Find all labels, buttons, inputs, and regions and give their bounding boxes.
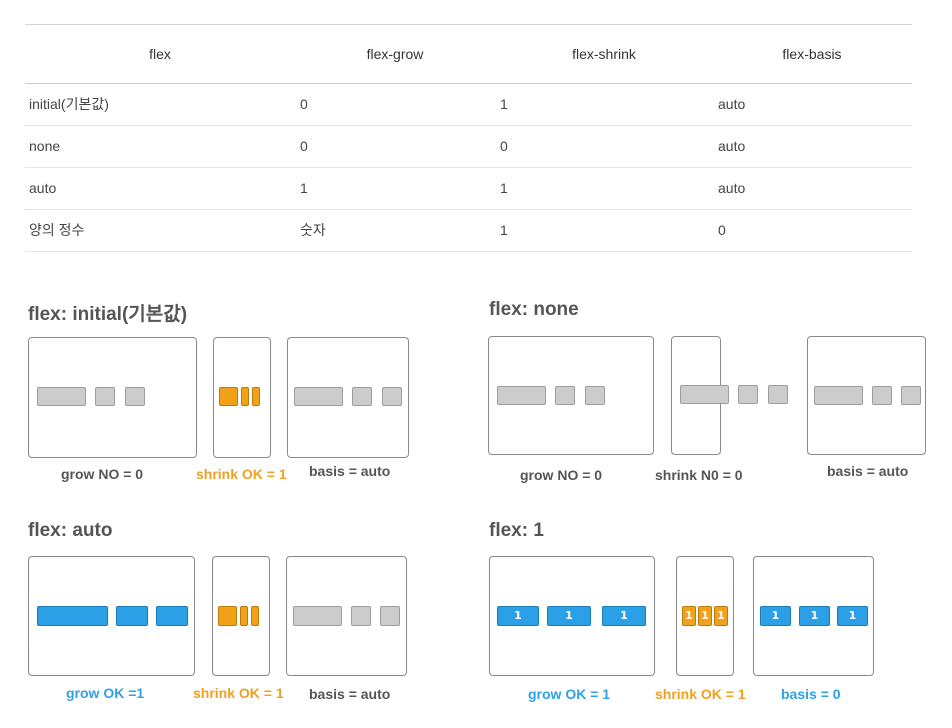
cell: auto <box>718 138 746 154</box>
flex-item <box>241 387 249 406</box>
header-flex-basis: flex-basis <box>782 46 842 62</box>
label-grow-one: grow OK = 1 <box>528 686 611 702</box>
cell: auto <box>718 96 746 112</box>
cell: initial(기본값) <box>29 96 109 112</box>
table-header-row: flex flex-grow flex-shrink flex-basis <box>25 25 912 84</box>
container-shrink-auto <box>212 556 270 676</box>
cell: 0 <box>500 138 508 154</box>
container-grow-auto <box>28 556 195 676</box>
cell: auto <box>29 180 57 196</box>
diagram-title-none: flex: none <box>489 299 579 320</box>
container-grow-one: 1 1 1 <box>489 556 655 676</box>
flex-item <box>251 606 259 626</box>
flex-item <box>219 387 238 406</box>
diagram-title-auto: flex: auto <box>28 520 113 541</box>
cell: 0 <box>300 96 308 112</box>
container-grow-none <box>488 336 654 455</box>
cell: 1 <box>500 222 508 238</box>
container-shrink-one: 1 1 1 <box>676 556 734 676</box>
flex-item <box>872 386 892 405</box>
label-grow-auto: grow OK =1 <box>66 685 145 701</box>
container-grow-initial <box>28 337 197 458</box>
cell: 0 <box>718 222 726 238</box>
flex-item: 1 <box>497 606 539 626</box>
flex-properties-table: flex flex-grow flex-shrink flex-basis in… <box>25 24 912 252</box>
cell: 숫자 <box>300 222 326 238</box>
flex-item: 1 <box>698 606 712 626</box>
table-row: initial(기본값) 0 1 auto <box>25 84 912 126</box>
label-shrink-none: shrink N0 = 0 <box>655 467 743 483</box>
flex-item <box>37 387 86 406</box>
container-shrink-initial <box>213 337 271 458</box>
flex-item: 1 <box>760 606 791 626</box>
flex-item <box>294 387 343 406</box>
flex-item: 1 <box>547 606 591 626</box>
flex-item <box>352 387 372 406</box>
flex-item <box>218 606 237 626</box>
header-flex: flex <box>149 46 171 62</box>
container-basis-auto <box>286 556 407 676</box>
flex-item: 1 <box>602 606 646 626</box>
flex-item <box>497 386 546 405</box>
cell: none <box>29 138 61 154</box>
cell: 양의 정수 <box>29 222 85 238</box>
cell: 1 <box>300 180 308 196</box>
flex-item <box>125 387 145 406</box>
label-basis-none: basis = auto <box>827 463 909 479</box>
label-basis-initial: basis = auto <box>309 463 391 479</box>
cell: 1 <box>500 96 508 112</box>
cell: 0 <box>300 138 308 154</box>
flex-item <box>252 387 260 406</box>
diagram-title-one: flex: 1 <box>489 520 544 541</box>
flex-item <box>156 606 188 626</box>
table-row: none 0 0 auto <box>25 126 912 168</box>
flex-item <box>351 606 371 626</box>
label-basis-one: basis = 0 <box>781 686 841 702</box>
flex-item: 1 <box>714 606 728 626</box>
header-flex-shrink: flex-shrink <box>572 46 636 62</box>
flex-item <box>293 606 342 626</box>
diagram-title-initial: flex: initial(기본값) <box>28 304 188 325</box>
label-shrink-auto: shrink OK = 1 <box>193 685 284 701</box>
flex-item <box>37 606 108 626</box>
flex-item <box>382 387 402 406</box>
flex-item <box>814 386 863 405</box>
flex-item <box>380 606 400 626</box>
header-flex-grow: flex-grow <box>366 46 424 62</box>
flex-item <box>116 606 148 626</box>
flex-item: 1 <box>837 606 868 626</box>
cell: auto <box>718 180 746 196</box>
flex-item <box>95 387 115 406</box>
flex-item <box>901 386 921 405</box>
label-shrink-one: shrink OK = 1 <box>655 686 746 702</box>
label-shrink-initial: shrink OK = 1 <box>196 466 287 482</box>
label-basis-auto: basis = auto <box>309 686 391 702</box>
label-grow-initial: grow NO = 0 <box>61 466 144 482</box>
flex-item <box>240 606 248 626</box>
flex-item-overflow <box>680 385 729 404</box>
flex-item: 1 <box>799 606 830 626</box>
cell: 1 <box>500 180 508 196</box>
table-row: auto 1 1 auto <box>25 168 912 210</box>
container-basis-none <box>807 336 926 455</box>
flex-item: 1 <box>682 606 696 626</box>
container-basis-one: 1 1 1 <box>753 556 874 676</box>
flex-item-overflow <box>768 385 788 404</box>
container-basis-initial <box>287 337 409 458</box>
flex-item-overflow <box>738 385 758 404</box>
flex-item <box>585 386 605 405</box>
table-row: 양의 정수 숫자 1 0 <box>25 210 912 252</box>
flex-item <box>555 386 575 405</box>
label-grow-none: grow NO = 0 <box>520 467 603 483</box>
